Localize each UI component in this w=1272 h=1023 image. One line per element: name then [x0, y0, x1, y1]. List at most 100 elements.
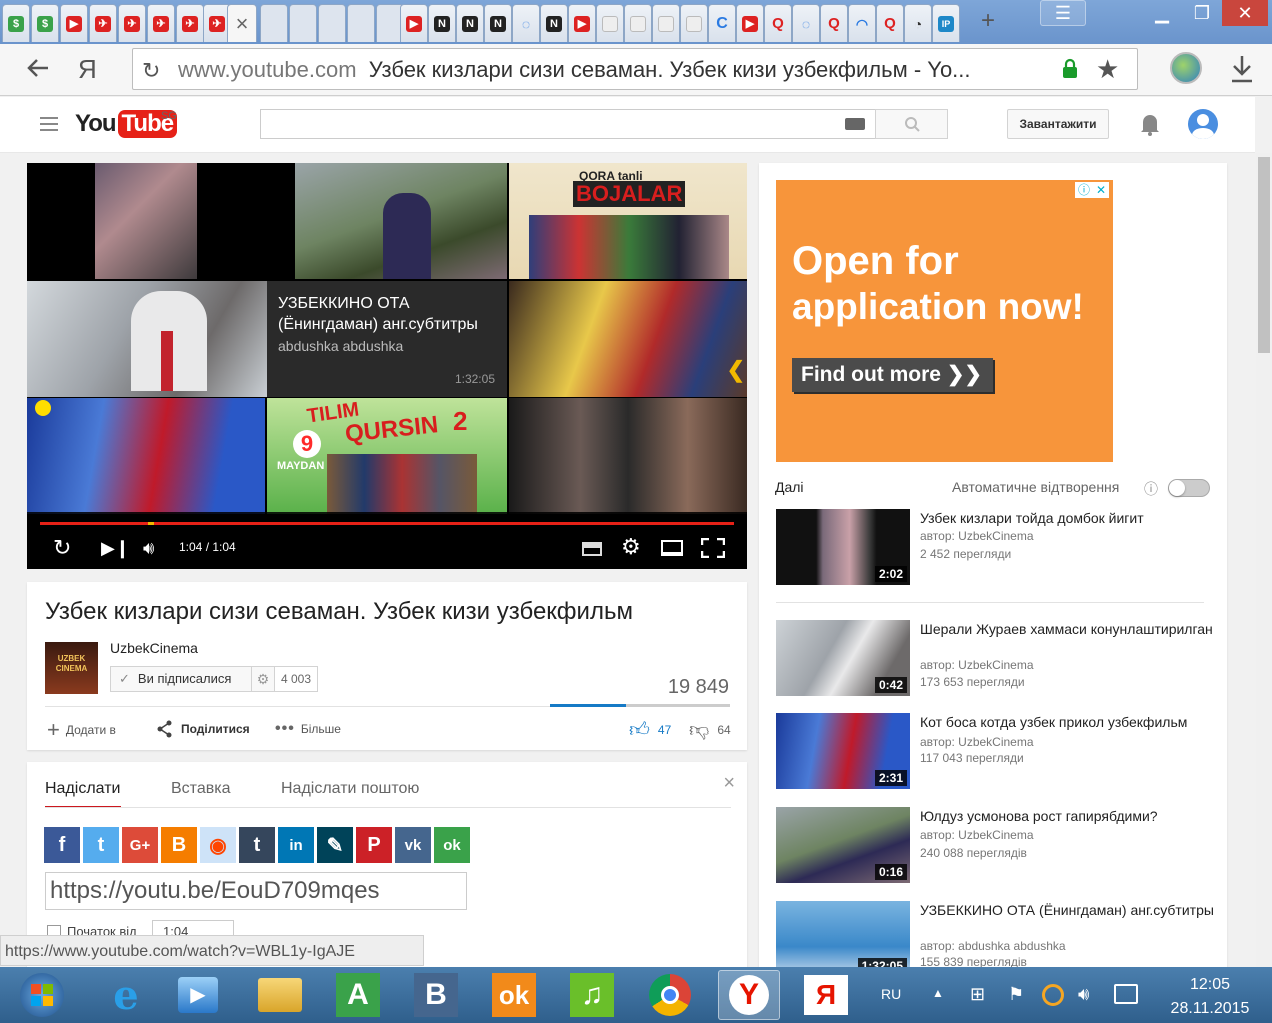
browser-tab[interactable]: Q — [876, 4, 904, 42]
end-screen-hover-card[interactable]: УЗБЕККИНО ОТА (Ёнингдаман) анг.субтитры … — [267, 281, 507, 397]
end-screen-thumbnail[interactable]: QORA tanli BOJALAR — [509, 163, 747, 279]
browser-tab[interactable] — [596, 4, 624, 42]
browser-tab[interactable] — [680, 4, 708, 42]
browser-tab[interactable]: N — [456, 4, 484, 42]
chrome-icon[interactable] — [644, 970, 696, 1020]
clock-time[interactable]: 12:05 — [1160, 976, 1260, 994]
browser-tab[interactable]: ◌ — [512, 4, 540, 42]
music-app-icon[interactable]: ♫ — [566, 970, 618, 1020]
notifications-bell-icon[interactable] — [1138, 111, 1162, 137]
minimize-button[interactable]: ▁ — [1142, 0, 1182, 26]
next-icon[interactable]: ▶❙ — [101, 536, 130, 560]
list-item[interactable]: 1:32:05 УЗБЕККИНО ОТА (Ёнингдаман) анг.с… — [776, 901, 1216, 967]
browser-tab[interactable] — [624, 4, 652, 42]
back-button[interactable] — [24, 54, 54, 84]
progress-bar[interactable] — [40, 522, 734, 525]
browser-tab[interactable]: ✈ — [89, 4, 117, 42]
tab-email[interactable]: Надіслати поштою — [281, 780, 419, 798]
avatar[interactable] — [1188, 109, 1218, 139]
browser-tab[interactable]: $ — [2, 4, 30, 42]
clock-date[interactable]: 28.11.2015 — [1160, 1000, 1260, 1018]
internet-explorer-icon[interactable]: e — [100, 970, 152, 1020]
browser-tab[interactable]: ✈ — [147, 4, 175, 42]
subtitles-icon[interactable] — [582, 542, 602, 556]
browser-tab[interactable]: ◌ — [792, 4, 820, 42]
globe-extension-icon[interactable] — [1170, 52, 1202, 84]
media-player-icon[interactable]: ▶ — [172, 970, 224, 1020]
list-item[interactable]: 0:42 Шерали Жураев хаммаси конунлаштирил… — [776, 620, 1216, 698]
end-screen-thumbnail[interactable] — [27, 398, 265, 514]
file-explorer-icon[interactable] — [254, 970, 306, 1020]
browser-tab[interactable] — [318, 4, 346, 42]
browser-tab[interactable]: IP — [932, 4, 960, 42]
volume-icon[interactable]: 🔊︎ — [143, 536, 154, 560]
channel-avatar[interactable]: UZBEK CINEMA — [45, 642, 98, 694]
linkedin-icon[interactable]: in — [278, 827, 314, 863]
browser-tab[interactable]: ▶ — [400, 4, 428, 42]
yandex-app-icon[interactable]: Я — [800, 970, 852, 1020]
browser-tab[interactable] — [260, 4, 288, 42]
google-plus-icon[interactable]: G+ — [122, 827, 158, 863]
settings-gear-icon[interactable]: ⚙ — [621, 534, 641, 560]
ad-cta-button[interactable]: Find out more ❯❯ — [792, 358, 993, 392]
browser-tab[interactable]: Q — [820, 4, 848, 42]
ad-banner[interactable]: Open for application now! Find out more … — [776, 180, 1113, 462]
browser-tab[interactable]: N — [540, 4, 568, 42]
info-icon[interactable]: ⓘ — [1144, 479, 1158, 499]
close-ad-icon[interactable]: ✕ — [1096, 182, 1106, 198]
odnoklassniki-icon[interactable]: ok — [434, 827, 470, 863]
list-item[interactable]: 0:16 Юлдуз усмонова рост гапирябдими? ав… — [776, 807, 1216, 885]
browser-tab[interactable]: C — [708, 4, 736, 42]
browser-tab[interactable]: N — [484, 4, 512, 42]
facebook-icon[interactable]: f — [44, 827, 80, 863]
network-icon[interactable] — [1114, 984, 1138, 1004]
show-hidden-icons[interactable]: ▲ — [932, 986, 944, 1000]
android-app-icon[interactable]: A — [332, 970, 384, 1020]
new-tab-button[interactable]: + — [972, 8, 1004, 36]
end-screen-thumbnail[interactable]: ❮ — [509, 281, 747, 397]
fullscreen-icon[interactable] — [700, 537, 726, 559]
tab-close-icon[interactable]: × — [236, 11, 249, 37]
channel-name[interactable]: UzbekCinema — [110, 640, 198, 656]
menu-icon[interactable]: ☰ — [1040, 0, 1086, 26]
info-icon[interactable]: ⓘ — [1078, 182, 1090, 198]
browser-tab[interactable]: N — [428, 4, 456, 42]
livejournal-icon[interactable]: ✎ — [317, 827, 353, 863]
yandex-button[interactable]: Я — [78, 54, 97, 85]
browser-tab-active[interactable]: × — [227, 4, 257, 42]
add-to-button[interactable]: + Додати в — [47, 719, 116, 741]
video-player[interactable]: QORA tanli BOJALAR УЗБЕККИНО ОТА (Ёнингд… — [27, 163, 747, 569]
scrollbar-thumb[interactable] — [1258, 157, 1270, 353]
browser-tab[interactable]: ✈ — [118, 4, 146, 42]
blogger-icon[interactable]: B — [161, 827, 197, 863]
tab-embed[interactable]: Вставка — [171, 780, 230, 798]
close-share-icon[interactable]: × — [723, 772, 735, 795]
browser-tab[interactable]: $ — [31, 4, 59, 42]
yandex-browser-icon[interactable]: Y — [718, 970, 780, 1020]
share-link-input[interactable]: https://youtu.be/EouD709mqes — [45, 872, 467, 910]
guide-menu-icon[interactable] — [40, 117, 58, 131]
search-input[interactable] — [260, 109, 876, 139]
browser-tab[interactable]: ▶ — [736, 4, 764, 42]
bookmark-star-icon[interactable]: ★ — [1096, 54, 1119, 85]
browser-tab[interactable] — [289, 4, 317, 42]
browser-tab[interactable] — [347, 4, 375, 42]
theater-mode-icon[interactable] — [661, 540, 683, 556]
browser-tab[interactable]: Q — [764, 4, 792, 42]
windows-flag-icon[interactable]: ⊞ — [970, 984, 985, 1005]
vk-icon[interactable]: vk — [395, 827, 431, 863]
browser-tab[interactable]: ▶ — [568, 4, 596, 42]
autoplay-toggle[interactable] — [1168, 479, 1210, 497]
tumblr-icon[interactable]: t — [239, 827, 275, 863]
subscription-settings-icon[interactable]: ⚙ — [251, 666, 275, 692]
tab-share[interactable]: Надіслати — [45, 780, 121, 808]
like-button[interactable]: 👍︎ 47 — [629, 720, 671, 740]
odnoklassniki-app-icon[interactable]: ok — [488, 970, 540, 1020]
end-screen-thumbnail[interactable] — [295, 163, 507, 279]
action-center-flag-icon[interactable]: ⚑ — [1008, 984, 1024, 1005]
replay-icon[interactable]: ↻ — [53, 536, 79, 560]
page-scrollbar[interactable] — [1256, 153, 1272, 967]
language-indicator[interactable]: RU — [881, 986, 901, 1002]
speaker-icon[interactable]: 🔊︎ — [1078, 984, 1089, 1005]
dislike-button[interactable]: 👎︎ 64 — [689, 720, 731, 740]
